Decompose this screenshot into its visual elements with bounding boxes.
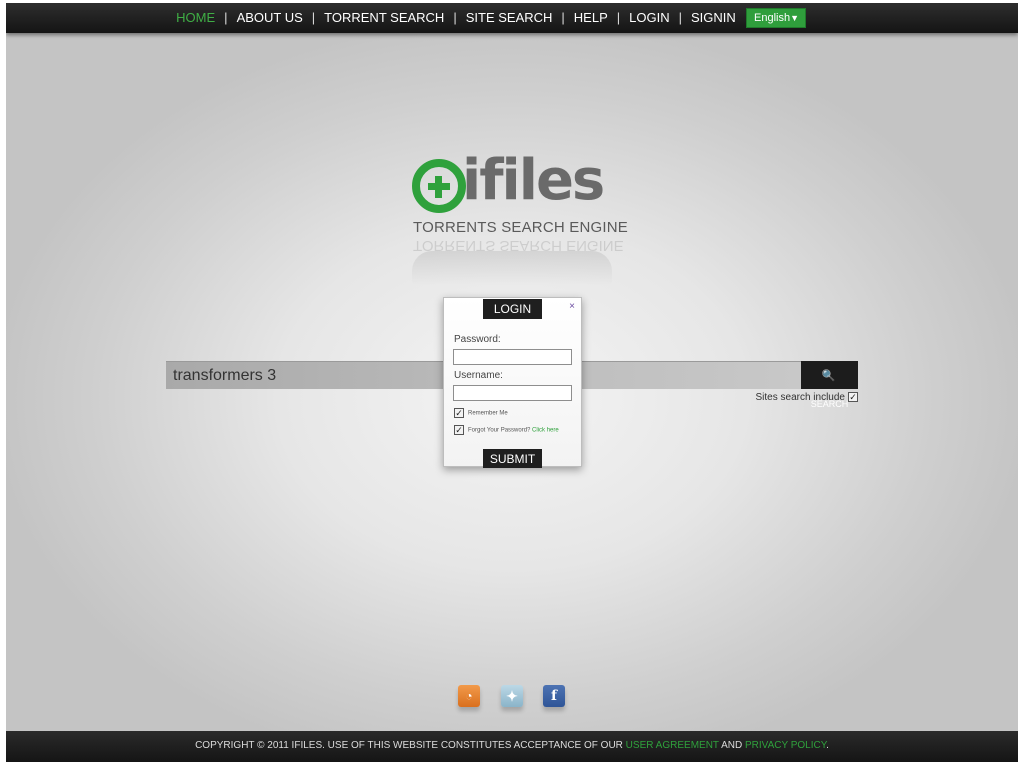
password-label: Password: — [454, 334, 501, 345]
rss-icon[interactable]: ◔ — [458, 685, 480, 707]
modal-title: LOGIN — [483, 299, 542, 319]
footer-and: AND — [718, 740, 745, 751]
footer: COPYRIGHT © 2011 IFILES. USE OF THIS WEB… — [6, 731, 1018, 762]
sites-search-include: Sites search include ✓ — [646, 392, 858, 403]
logo-wordmark: ifiles — [462, 148, 605, 213]
submit-button[interactable]: SUBMIT — [483, 449, 542, 468]
sites-include-label: Sites search include — [755, 392, 846, 403]
nav-item-signin[interactable]: SIGNIN — [691, 10, 736, 25]
logo-tagline: TORRENTS SEARCH ENGINE — [413, 219, 628, 236]
forgot-password-row: ✓ Forgot Your Password? Click here — [454, 425, 559, 435]
username-label: Username: — [454, 370, 503, 381]
top-nav-bar: HOME | ABOUT US | TORRENT SEARCH | SITE SEARCH… — [6, 3, 1018, 33]
password-field[interactable] — [453, 349, 572, 365]
forgot-password-label: Forgot Your Password? — [468, 427, 531, 434]
nav-item-site-search[interactable]: SITE SEARCH — [466, 10, 553, 25]
nav-item-home[interactable]: HOME — [176, 10, 215, 25]
nav-separator: | — [616, 10, 621, 25]
footer-copyright: COPYRIGHT © 2011 IFILES. USE OF THIS WEB… — [195, 740, 626, 751]
forgot-password-checkbox[interactable]: ✓ — [454, 425, 464, 435]
search-button[interactable]: 🔍SEARCH — [801, 361, 858, 409]
close-icon[interactable]: × — [567, 302, 577, 312]
nav-item-about-us[interactable]: ABOUT US — [237, 10, 303, 25]
sites-include-checkbox[interactable]: ✓ — [848, 392, 858, 403]
nav-separator: | — [453, 10, 457, 25]
page-frame: HOME | ABOUT US | TORRENT SEARCH | SITE SEARCH… — [6, 3, 1018, 762]
triangle-down-icon: ▼ — [790, 13, 799, 23]
remember-me-row: ✓ Remember Me — [454, 408, 508, 418]
nav-separator: | — [311, 10, 316, 25]
nav-separator: | — [561, 10, 565, 25]
facebook-icon[interactable]: f — [543, 685, 565, 707]
language-select[interactable]: English ▼ — [746, 8, 806, 28]
nav-item-help[interactable]: HELP — [574, 10, 608, 25]
logo-reflection — [412, 251, 612, 285]
user-agreement-link[interactable]: USER AGREEMENT — [626, 740, 719, 751]
plus-circle-icon — [412, 159, 466, 213]
site-logo: ifiles TORRENTS SEARCH ENGINE TORRENTS S… — [408, 149, 628, 285]
footer-period: . — [826, 740, 829, 751]
username-field[interactable] — [453, 385, 572, 401]
login-modal: LOGIN × Password: Username: ✓ Remember Me… — [443, 297, 582, 468]
forgot-password-link[interactable]: Click here — [532, 428, 559, 434]
remember-me-checkbox[interactable]: ✓ — [454, 408, 464, 418]
language-selected: English — [754, 12, 791, 24]
privacy-policy-link[interactable]: PRIVACY POLICY — [745, 740, 826, 751]
remember-me-label: Remember Me — [468, 410, 508, 417]
main-nav: HOME | ABOUT US | TORRENT SEARCH | SITE SEARCH… — [6, 3, 1018, 33]
magnifier-icon: 🔍 — [821, 370, 836, 382]
twitter-icon[interactable]: ✦ — [501, 685, 523, 707]
nav-separator: | — [678, 10, 683, 25]
nav-item-login[interactable]: LOGIN — [629, 10, 669, 25]
nav-separator: | — [224, 10, 228, 25]
nav-item-torrent-search[interactable]: TORRENT SEARCH — [324, 10, 444, 25]
